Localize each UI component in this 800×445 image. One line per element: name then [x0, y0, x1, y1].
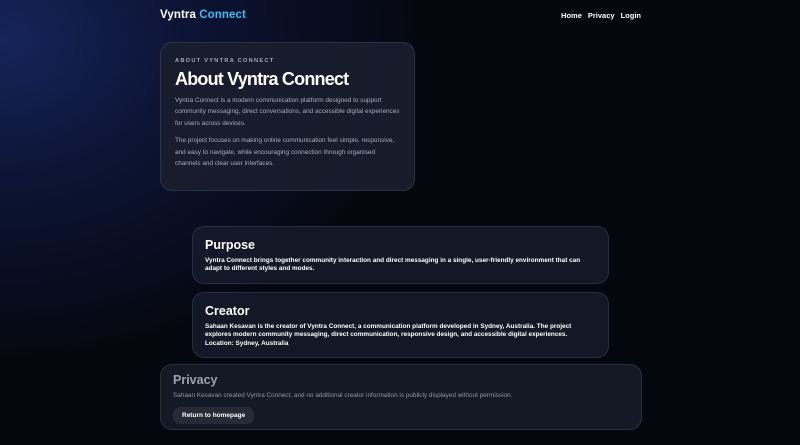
hero-paragraph-2: The project focuses on making online com… [175, 137, 395, 168]
hero-paragraph-1: Vyntra Connect is a modern communication… [175, 97, 400, 127]
purpose-card: Purpose Vyntra Connect brings together c… [192, 226, 609, 284]
privacy-text: Sahaan Kesavan created Vyntra Connect, a… [173, 392, 513, 399]
brand-logo[interactable]: Vyntra Connect [160, 9, 246, 21]
top-navigation-bar: Vyntra Connect Home Privacy Login [0, 0, 800, 32]
creator-text: Sahaan Kesavan is the creator of Vyntra … [205, 323, 572, 339]
purpose-heading: Purpose [205, 238, 256, 252]
hero-eyebrow: ABOUT VYNTRA CONNECT [175, 58, 275, 64]
creator-card: Creator Sahaan Kesavan is the creator of… [192, 292, 609, 358]
nav-link-login[interactable]: Login [621, 11, 641, 20]
brand-name-primary: Vyntra [160, 9, 196, 21]
brand-name-accent: Connect [199, 9, 246, 21]
creator-heading: Creator [205, 304, 250, 318]
creator-location: Location: Sydney, Australia [205, 340, 596, 348]
location-value: Sydney, Australia [235, 339, 289, 347]
nav-links: Home Privacy Login [561, 11, 641, 20]
return-to-homepage-button[interactable]: Return to homepage [173, 407, 255, 424]
purpose-text: Vyntra Connect brings together community… [205, 257, 581, 273]
nav-link-home[interactable]: Home [561, 11, 582, 20]
privacy-card: Privacy Sahaan Kesavan created Vyntra Co… [160, 364, 642, 430]
location-label: Location: [205, 339, 234, 347]
page-title: About Vyntra Connect [175, 69, 349, 89]
privacy-heading: Privacy [173, 373, 218, 387]
nav-link-privacy[interactable]: Privacy [588, 11, 615, 20]
about-hero-card: ABOUT VYNTRA CONNECT About Vyntra Connec… [160, 42, 415, 191]
